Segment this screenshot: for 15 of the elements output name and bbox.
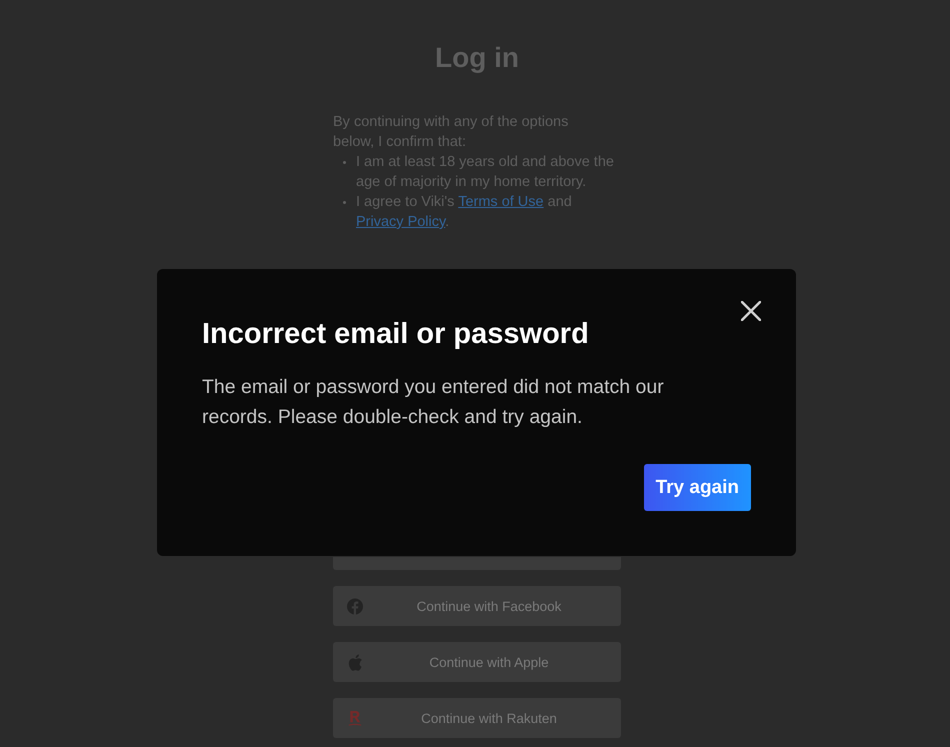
policy-link[interactable]: Privacy Policy <box>356 214 446 230</box>
facebook-icon <box>347 598 363 615</box>
login-option-button[interactable]: Continue with Apple <box>333 642 621 682</box>
try-again-button[interactable]: Try again <box>644 464 751 511</box>
policy-link[interactable]: Terms of Use <box>458 194 544 210</box>
close-button[interactable] <box>739 299 763 323</box>
apple-icon <box>347 654 363 671</box>
login-option-button[interactable]: Continue with Rakuten <box>333 698 621 738</box>
close-icon <box>741 301 761 321</box>
bullet-icon <box>343 161 346 164</box>
login-option-button[interactable]: Continue with Facebook <box>333 586 621 626</box>
dialog-title: Incorrect email or password <box>202 317 590 352</box>
rakuten-r-icon <box>347 710 363 727</box>
dialog-message: The email or password you entered did not match our records. Please double-check and try again. <box>202 375 665 430</box>
bullet-icon <box>343 201 346 204</box>
